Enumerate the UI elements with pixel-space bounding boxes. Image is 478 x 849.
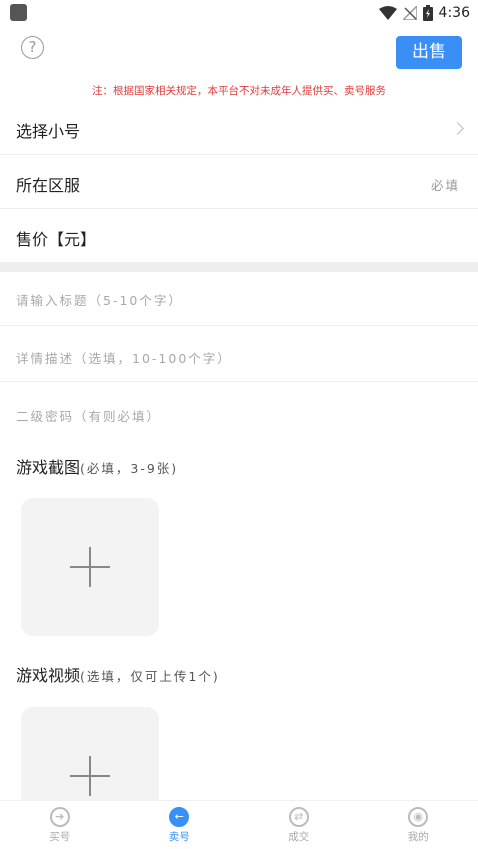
nav-item-profile[interactable]: ◉ 我的 [359, 801, 478, 849]
plus-icon-vertical [89, 756, 91, 796]
sell-button[interactable]: 出售 [396, 36, 462, 69]
status-bar: 4:36 [0, 0, 478, 26]
nav-label-deals: 成交 [288, 831, 310, 843]
title-input-row [0, 272, 478, 326]
password-input-row [0, 382, 478, 442]
sell-icon: ← [169, 807, 190, 827]
screenshots-section-title: 游戏截图(必填，3-9张) [16, 454, 178, 478]
chevron-right-icon [451, 122, 464, 135]
description-input-row [0, 326, 478, 382]
clock: 4:36 [438, 5, 470, 21]
nav-item-buy[interactable]: ➔ 买号 [0, 801, 120, 849]
video-subtitle: (选填，仅可上传1个) [80, 669, 220, 684]
app-screen: 4:36 ? 出售 注：根据国家相关规定，本平台不对未成年人提供买、卖号服务 选… [0, 0, 478, 849]
signal-off-icon [402, 6, 417, 20]
profile-icon: ◉ [408, 807, 429, 827]
buy-icon: ➔ [49, 807, 70, 827]
plus-icon-vertical [89, 547, 91, 587]
nav-label-profile: 我的 [407, 831, 429, 843]
nav-label-sell: 卖号 [168, 831, 190, 843]
video-section-title: 游戏视频(选填，仅可上传1个) [16, 662, 220, 686]
nav-item-sell[interactable]: ← 卖号 [120, 801, 240, 849]
description-input[interactable] [16, 348, 456, 368]
server-label: 所在区服 [16, 176, 81, 195]
wifi-icon [378, 6, 397, 20]
section-divider [0, 262, 478, 272]
screenshots-title: 游戏截图 [16, 458, 81, 477]
select-account-row[interactable]: 选择小号 [0, 101, 478, 155]
help-icon[interactable]: ? [21, 36, 44, 59]
price-label: 售价【元】 [16, 230, 97, 249]
deal-icon: ⇄ [288, 807, 309, 827]
age-notice: 注：根据国家相关规定，本平台不对未成年人提供买、卖号服务 [92, 85, 386, 97]
nav-item-deals[interactable]: ⇄ 成交 [239, 801, 359, 849]
nav-label-buy: 买号 [49, 831, 71, 843]
status-indicators: 4:36 [378, 3, 470, 23]
title-input[interactable] [16, 290, 456, 310]
app-notification-icon [10, 4, 27, 21]
battery-charging-icon [422, 5, 433, 21]
price-row[interactable]: 售价【元】 [0, 209, 478, 262]
server-required-hint: 必填 [430, 178, 460, 193]
screenshot-upload-button[interactable] [21, 498, 159, 636]
secondary-password-input[interactable] [16, 406, 456, 426]
screenshots-subtitle: (必填，3-9张) [80, 461, 179, 476]
server-row[interactable]: 所在区服 必填 [0, 155, 478, 209]
select-account-label: 选择小号 [16, 122, 81, 141]
video-title: 游戏视频 [16, 666, 81, 685]
bottom-nav: ➔ 买号 ← 卖号 ⇄ 成交 ◉ 我的 [0, 800, 478, 849]
